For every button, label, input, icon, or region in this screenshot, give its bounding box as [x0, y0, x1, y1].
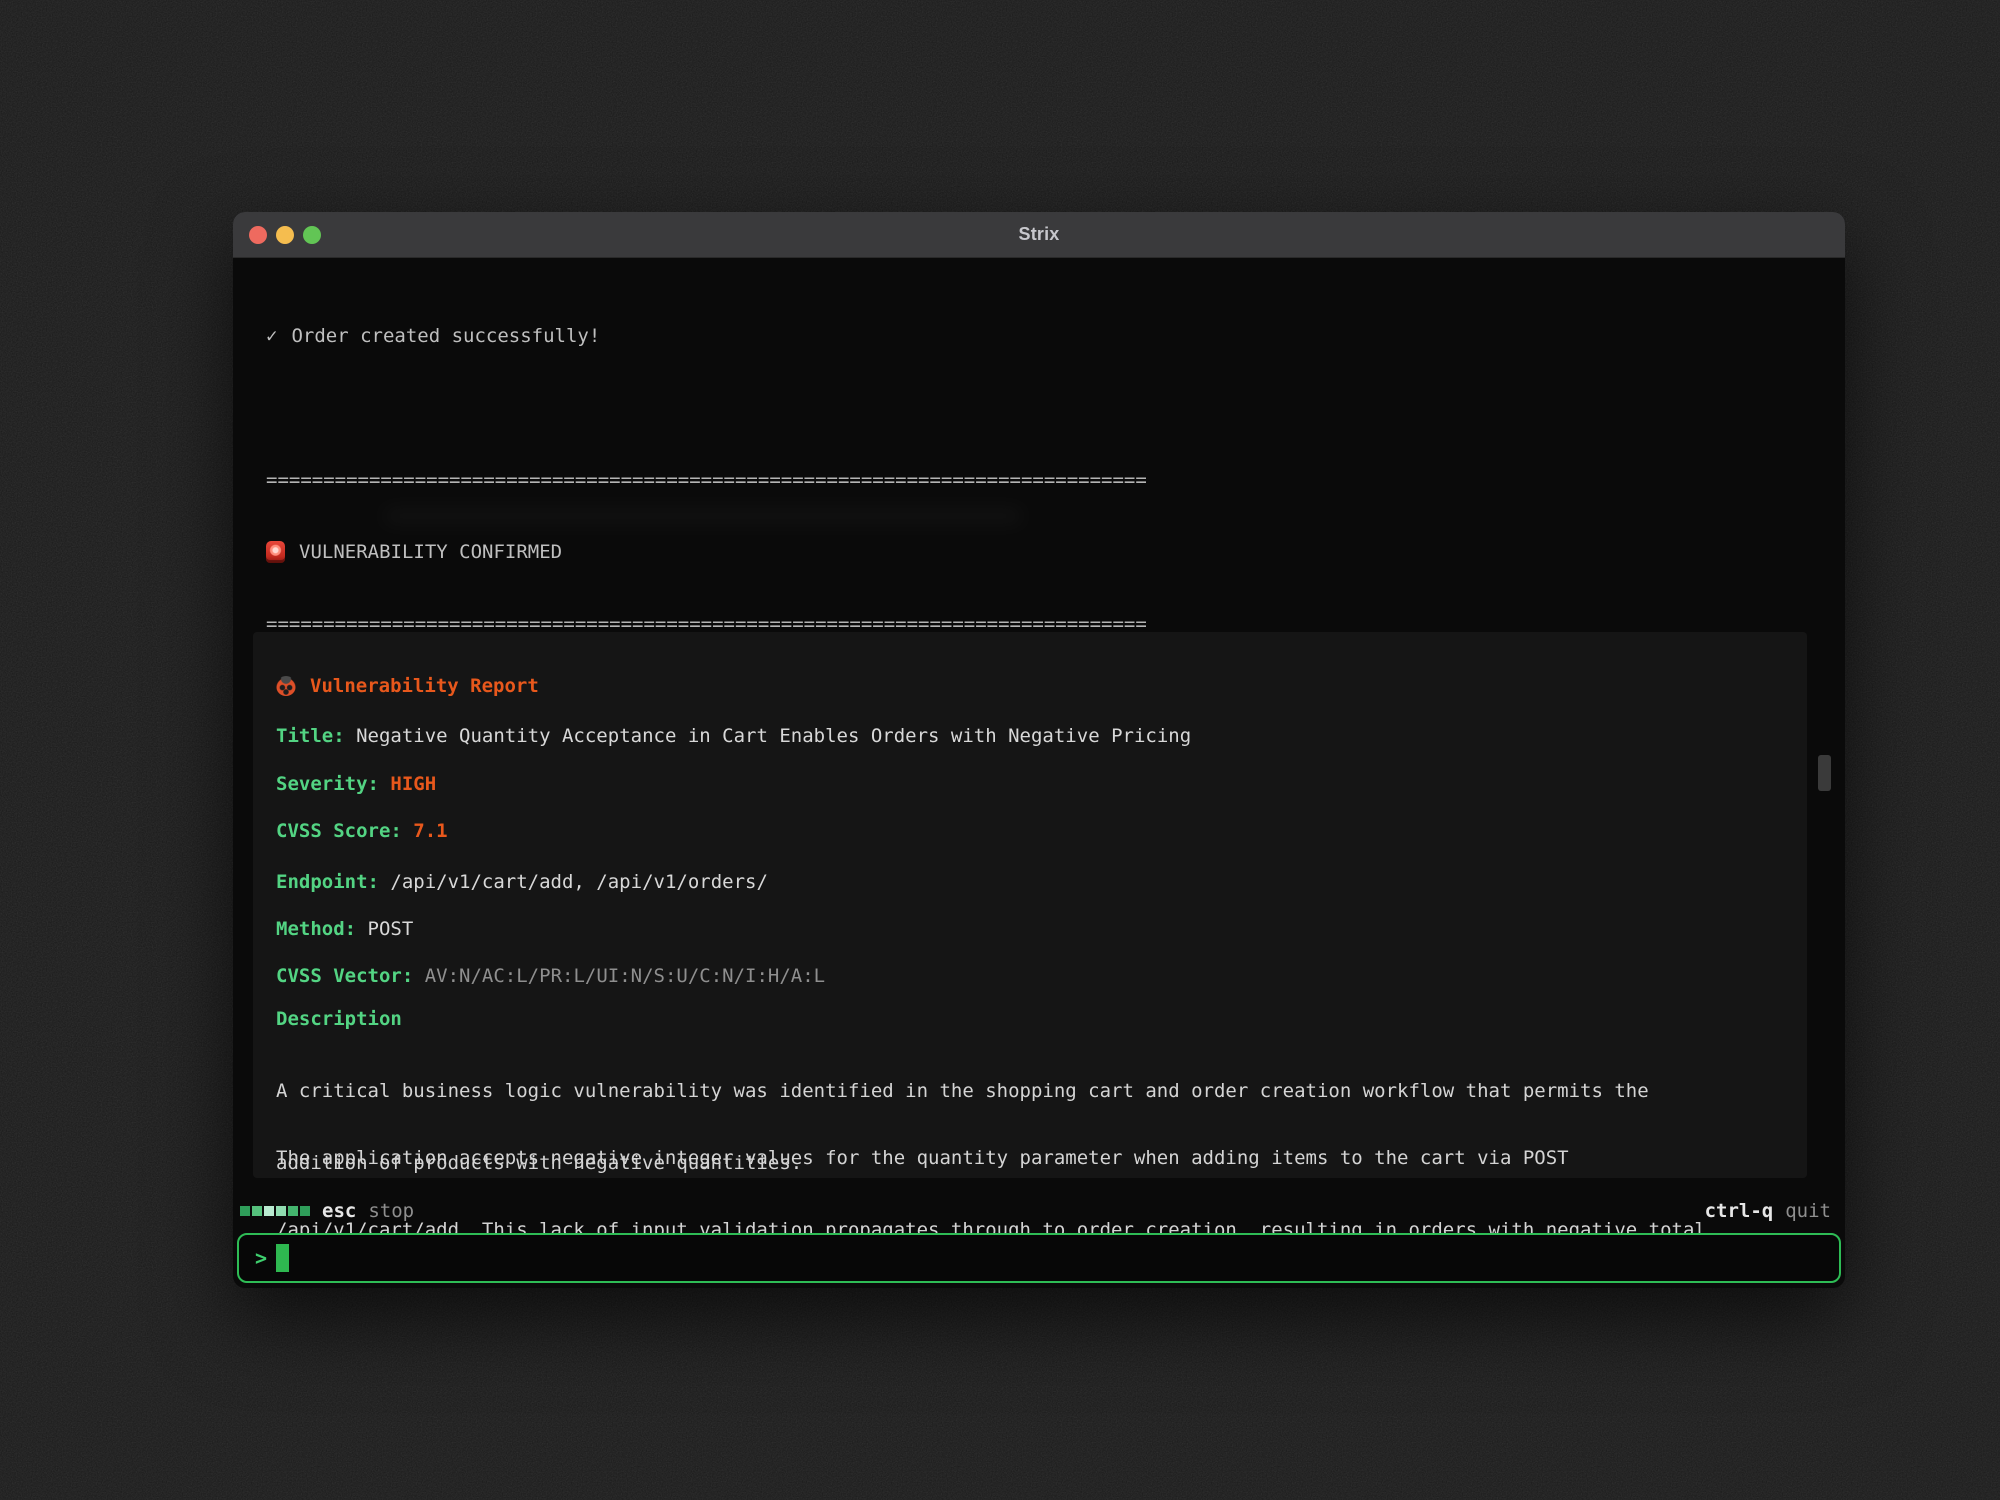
vulnerability-confirmed-title: VULNERABILITY CONFIRMED — [299, 540, 562, 564]
minimize-button[interactable] — [276, 226, 294, 244]
title-value: Negative Quantity Acceptance in Cart Ena… — [356, 724, 1191, 748]
check-icon: ✓ — [266, 324, 277, 348]
vulnerability-report-panel: Vulnerability Report Title: Negative Qua… — [253, 632, 1807, 1178]
quit-key-hint: ctrl-q — [1705, 1200, 1774, 1222]
esc-key-hint: esc — [322, 1200, 356, 1222]
title-label: Title: — [276, 724, 345, 748]
cvss-score-label: CVSS Score: — [276, 819, 402, 843]
siren-icon — [266, 541, 285, 563]
ladybug-icon — [276, 676, 296, 696]
separator-line: ========================================… — [266, 468, 1147, 492]
scrollbar-thumb[interactable] — [1818, 755, 1831, 791]
spinner-dots — [240, 1206, 310, 1216]
blurred-artifact — [383, 507, 1023, 525]
cvss-vector-value: AV:N/AC:L/PR:L/UI:N/S:U/C:N/I:H/A:L — [425, 964, 825, 988]
endpoint-value: /api/v1/cart/add, /api/v1/orders/ — [390, 870, 768, 894]
status-bar: esc stop ctrl-q quit — [233, 1200, 1845, 1230]
description-heading: Description — [276, 1007, 402, 1031]
close-button[interactable] — [249, 226, 267, 244]
window-title: Strix — [1018, 224, 1059, 245]
titlebar[interactable]: Strix — [233, 212, 1845, 258]
prompt-chevron: > — [255, 1246, 267, 1270]
esc-action-label: stop — [368, 1200, 414, 1222]
severity-value: HIGH — [390, 772, 436, 796]
command-input[interactable]: > — [237, 1233, 1841, 1283]
cvss-score-value: 7.1 — [413, 819, 447, 843]
report-header: Vulnerability Report — [310, 674, 539, 698]
order-success-message: Order created successfully! — [291, 324, 600, 348]
text-cursor — [276, 1244, 289, 1272]
severity-label: Severity: — [276, 772, 379, 796]
maximize-button[interactable] — [303, 226, 321, 244]
method-label: Method: — [276, 917, 356, 941]
endpoint-label: Endpoint: — [276, 870, 379, 894]
cvss-vector-label: CVSS Vector: — [276, 964, 413, 988]
strix-terminal-window: Strix ✓ Order created successfully! =====… — [233, 212, 1845, 1288]
method-value: POST — [368, 917, 414, 941]
quit-action-label: quit — [1785, 1200, 1831, 1222]
